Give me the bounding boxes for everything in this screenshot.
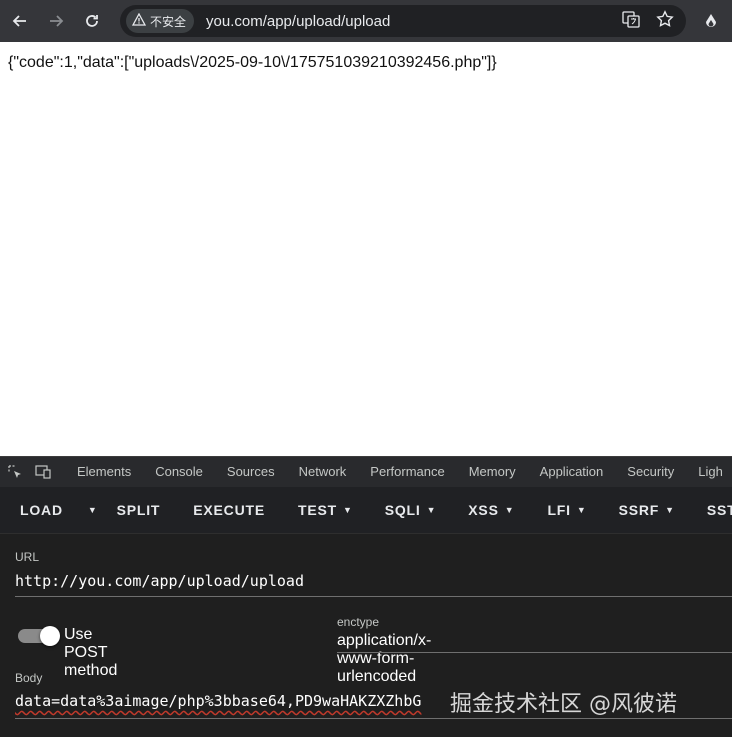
reload-icon (86, 15, 98, 27)
tab-memory[interactable]: Memory (457, 457, 528, 487)
ssrf-menu-label: SSRF (618, 502, 660, 518)
caret-down-icon: ▼ (426, 505, 437, 515)
watermark-text: 掘金技术社区 @风彼诺 (450, 692, 677, 717)
enctype-select[interactable]: application/x-www-form-urlencoded (337, 632, 431, 686)
caret-down-icon: ▼ (504, 505, 515, 515)
load-button[interactable]: LOAD (0, 502, 63, 518)
url-input-underline (15, 596, 732, 597)
url-text[interactable]: you.com/app/upload/upload (206, 13, 390, 30)
toggle-knob (40, 626, 60, 646)
tab-lighthouse[interactable]: Ligh (686, 457, 732, 487)
tab-elements[interactable]: Elements (65, 457, 143, 487)
arrow-left-icon (12, 15, 26, 27)
post-method-toggle[interactable] (18, 626, 60, 646)
browser-toolbar: 不安全 you.com/app/upload/upload (0, 0, 732, 42)
enctype-label: enctype (337, 615, 380, 629)
devtools-tab-bar: Elements Console Sources Network Perform… (0, 456, 732, 487)
address-bar-actions (622, 5, 674, 37)
lfi-menu-label: LFI (547, 502, 571, 518)
enctype-underline (337, 652, 732, 653)
body-input-underline (15, 718, 732, 719)
response-body: {"code":1,"data":["uploads\/2025-09-10\/… (8, 54, 497, 71)
back-button[interactable] (8, 9, 32, 33)
post-method-label: Use POST method (64, 626, 118, 679)
body-field-label: Body (15, 671, 43, 685)
warning-icon (131, 12, 147, 29)
url-field-label: URL (15, 550, 40, 564)
arrow-right-icon (50, 15, 64, 27)
tab-application[interactable]: Application (528, 457, 616, 487)
caret-down-icon: ▼ (342, 505, 353, 515)
address-bar[interactable]: 不安全 you.com/app/upload/upload (120, 5, 686, 37)
lfi-menu-button[interactable]: LFI ▼ (514, 502, 586, 518)
inspect-element-icon[interactable] (8, 464, 23, 480)
url-input[interactable]: http://you.com/app/upload/upload (15, 572, 304, 590)
split-button[interactable]: SPLIT (98, 502, 161, 518)
device-toggle-icon[interactable] (35, 464, 51, 480)
security-label: 不安全 (150, 14, 187, 29)
hackbar-toolbar: LOAD ▼ SPLIT EXECUTE TEST ▼ SQLI ▼ XSS ▼… (0, 487, 732, 534)
reload-button[interactable] (80, 9, 104, 33)
xss-menu-label: XSS (468, 502, 499, 518)
security-chip[interactable]: 不安全 (126, 9, 195, 33)
execute-button[interactable]: EXECUTE (160, 502, 265, 518)
translate-icon[interactable] (622, 10, 640, 33)
extension-icon[interactable] (700, 10, 722, 32)
tab-performance[interactable]: Performance (358, 457, 456, 487)
tab-console[interactable]: Console (143, 457, 215, 487)
ssti-menu-button[interactable]: SSTI ▼ (675, 502, 732, 518)
bookmark-star-icon[interactable] (656, 9, 674, 33)
test-menu-label: TEST (298, 502, 337, 518)
test-menu-button[interactable]: TEST ▼ (265, 502, 353, 518)
tab-security[interactable]: Security (615, 457, 686, 487)
forward-button[interactable] (44, 9, 68, 33)
xss-menu-button[interactable]: XSS ▼ (436, 502, 514, 518)
body-input[interactable]: data=data%3aimage/php%3bbase64,PD9waHAKZ… (15, 692, 421, 710)
tab-network[interactable]: Network (287, 457, 359, 487)
sqli-menu-button[interactable]: SQLI ▼ (353, 502, 437, 518)
ssrf-menu-button[interactable]: SSRF ▼ (587, 502, 675, 518)
ssti-menu-label: SSTI (706, 502, 732, 518)
tab-sources[interactable]: Sources (215, 457, 287, 487)
load-dropdown-caret-icon[interactable]: ▼ (80, 505, 98, 515)
caret-down-icon: ▼ (665, 505, 675, 515)
sqli-menu-label: SQLI (384, 502, 421, 518)
caret-down-icon: ▼ (576, 505, 587, 515)
